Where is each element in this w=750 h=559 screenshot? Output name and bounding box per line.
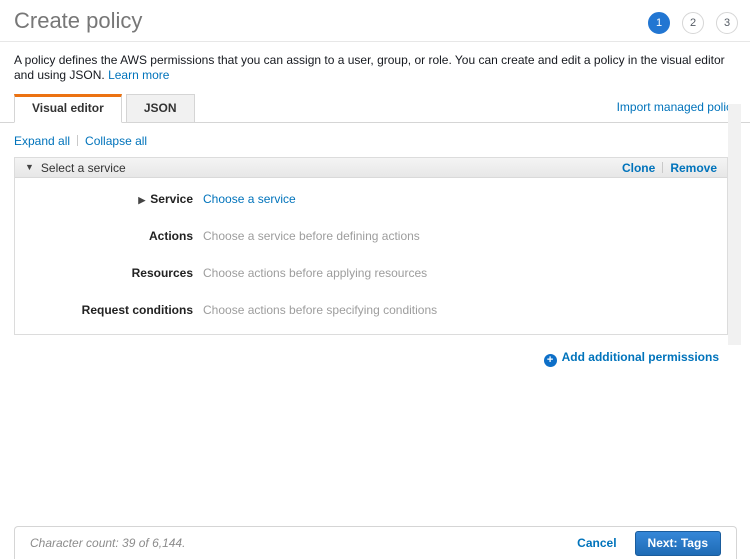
tab-json[interactable]: JSON (126, 94, 195, 123)
expand-all-link[interactable]: Expand all (14, 134, 70, 148)
request-conditions-row-hint: Choose actions before specifying conditi… (203, 303, 437, 317)
intro-text: A policy defines the AWS permissions tha… (0, 42, 750, 83)
add-additional-permissions-link[interactable]: +Add additional permissions (0, 350, 719, 367)
choose-service-link[interactable]: Choose a service (203, 192, 296, 206)
step-3-indicator[interactable]: 3 (716, 12, 738, 34)
import-managed-policy-link[interactable]: Import managed policy (617, 100, 738, 114)
request-conditions-row: Request conditions Choose actions before… (15, 292, 727, 329)
collapse-all-link[interactable]: Collapse all (85, 134, 147, 148)
request-conditions-row-label: Request conditions (15, 303, 193, 317)
actions-row-hint: Choose a service before defining actions (203, 229, 420, 243)
vertical-scrollbar[interactable] (728, 104, 741, 345)
tab-bar: Visual editor JSON Import managed policy (0, 94, 750, 123)
step-2-indicator[interactable]: 2 (682, 12, 704, 34)
resources-row-label: Resources (15, 266, 193, 280)
resources-row-hint: Choose actions before applying resources (203, 266, 427, 280)
panel-body: ▶Service Choose a service Actions Choose… (15, 178, 727, 334)
panel-header: ▼ Select a service Clone Remove (15, 158, 727, 178)
page-title: Create policy (14, 8, 142, 34)
panel-actions: Clone Remove (622, 161, 717, 175)
wizard-steps: 1 2 3 (648, 8, 738, 34)
step-1-indicator[interactable]: 1 (648, 12, 670, 34)
resources-row: Resources Choose actions before applying… (15, 255, 727, 292)
actions-row-label: Actions (15, 229, 193, 243)
service-row: ▶Service Choose a service (15, 181, 727, 218)
actions-row: Actions Choose a service before defining… (15, 218, 727, 255)
service-row-label[interactable]: ▶Service (15, 192, 193, 206)
service-permission-panel: ▼ Select a service Clone Remove ▶Service … (14, 157, 728, 335)
add-icon: + (544, 354, 557, 367)
character-count: Character count: 39 of 6,144. (30, 536, 185, 550)
next-tags-button[interactable]: Next: Tags (635, 531, 721, 556)
panel-header-toggle[interactable]: ▼ Select a service (25, 161, 126, 175)
cancel-button[interactable]: Cancel (577, 536, 616, 550)
tab-visual-editor[interactable]: Visual editor (14, 94, 122, 123)
remove-button[interactable]: Remove (670, 161, 717, 175)
page-header: Create policy 1 2 3 (0, 0, 750, 34)
collapse-caret-icon: ▼ (25, 163, 34, 172)
footer-bar: Character count: 39 of 6,144. Cancel Nex… (14, 526, 737, 559)
expand-collapse-toolbar: Expand all Collapse all (0, 123, 750, 157)
expand-caret-icon: ▶ (138, 195, 145, 205)
toolbar-divider (77, 135, 78, 146)
learn-more-link[interactable]: Learn more (108, 68, 169, 82)
footer-actions: Cancel Next: Tags (577, 531, 721, 556)
panel-actions-divider (662, 162, 663, 173)
panel-header-label: Select a service (41, 161, 126, 175)
clone-button[interactable]: Clone (622, 161, 655, 175)
